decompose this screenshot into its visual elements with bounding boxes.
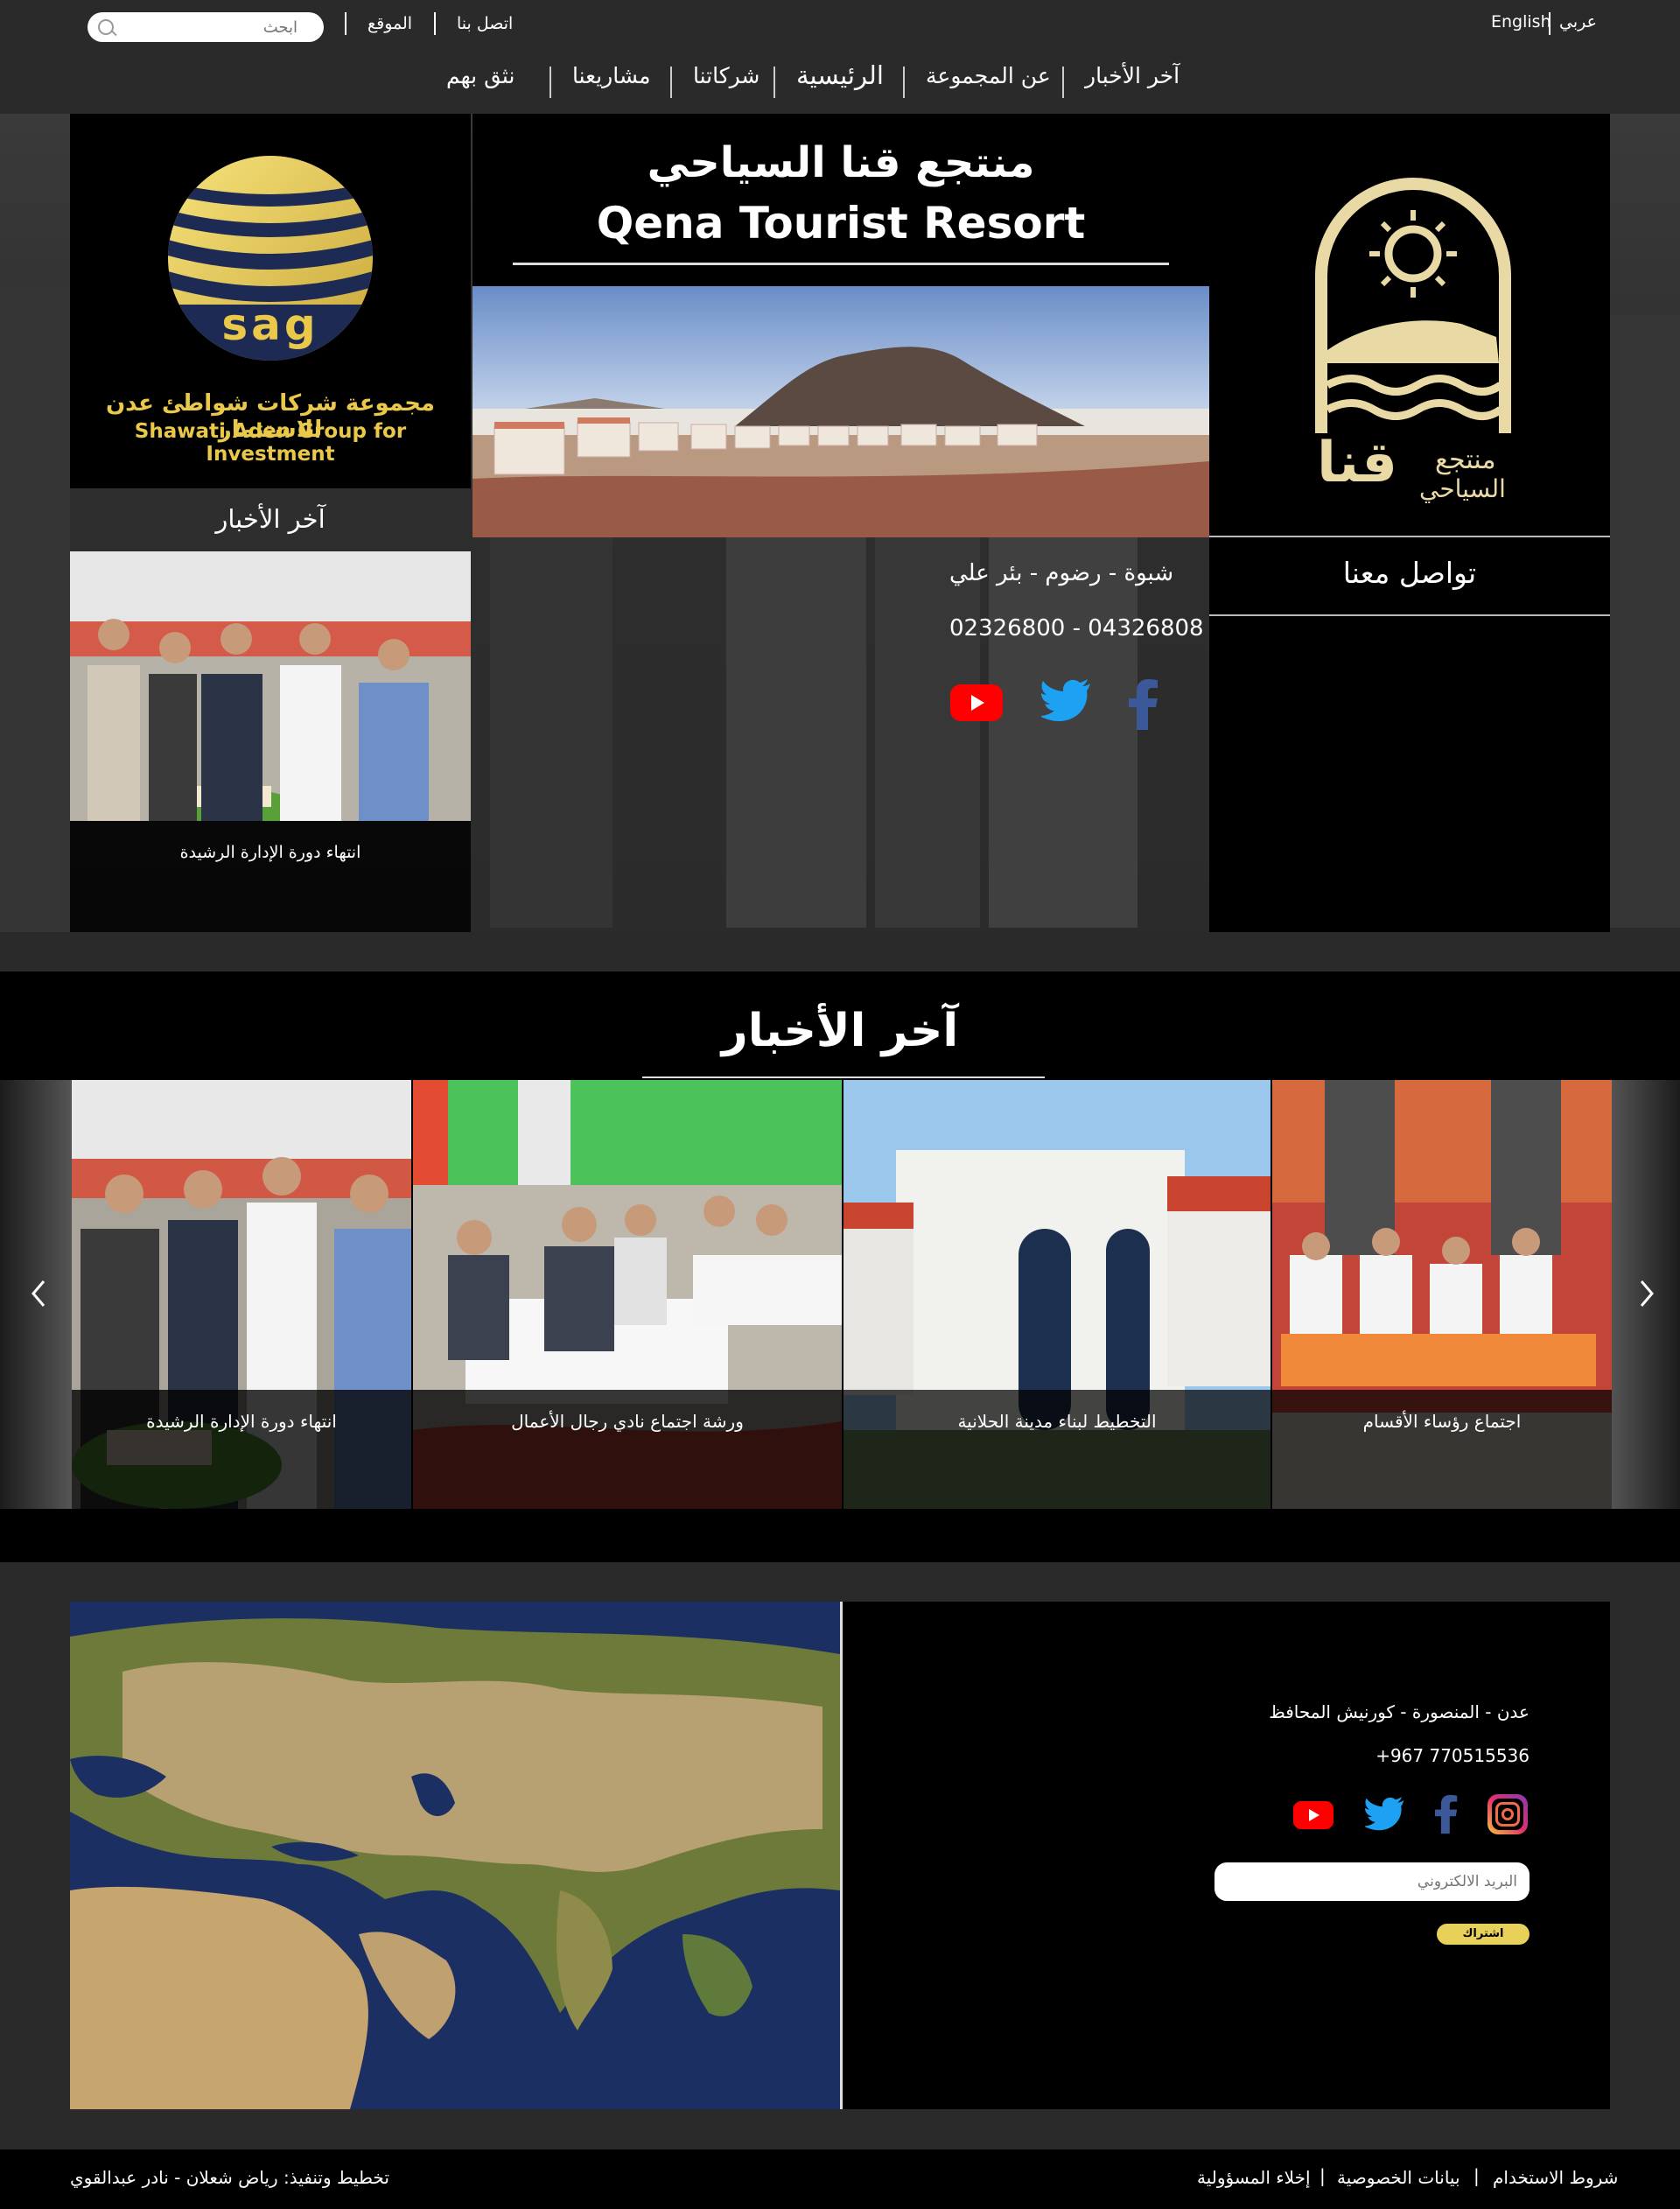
- qena-resort-logo: [1312, 175, 1514, 438]
- carousel-prev-icon[interactable]: [26, 1276, 52, 1311]
- world-map[interactable]: [70, 1602, 843, 2109]
- nav-trusted-partners[interactable]: نثق بهم: [446, 63, 514, 88]
- nav-about-group[interactable]: عن المجموعة: [926, 63, 1051, 88]
- facebook-icon[interactable]: [1129, 679, 1158, 733]
- nav-latest-news[interactable]: آخر الأخبار: [1085, 63, 1180, 88]
- lang-arabic-link[interactable]: عربي: [1559, 12, 1597, 32]
- resort-photo: [472, 286, 1209, 537]
- title-underline: [513, 263, 1169, 265]
- nav-divider: [1062, 67, 1064, 98]
- news-section-heading: آخر الأخبار: [721, 1005, 959, 1057]
- email-field-wrapper: [1214, 1862, 1531, 1901]
- twitter-icon[interactable]: [1363, 1796, 1405, 1836]
- footer-disclaimer-link[interactable]: إخلاء المسؤولية: [1197, 2167, 1311, 2188]
- nav-our-companies[interactable]: شركاتنا: [693, 63, 760, 88]
- footer-address: عدن - المنصورة - كورنيش المحافظ: [1269, 1701, 1530, 1722]
- resort-emblem-icon: [1315, 178, 1511, 433]
- nav-our-projects[interactable]: مشاريعنا: [572, 63, 651, 88]
- news-card-caption[interactable]: ورشة اجتماع نادي رجال الأعمال: [413, 1411, 842, 1432]
- lang-english-link[interactable]: English: [1491, 12, 1551, 32]
- divider: [1209, 614, 1610, 616]
- nav-divider: [670, 67, 672, 98]
- main-nav: آخر الأخبار عن المجموعة الرئيسية شركاتنا…: [0, 60, 1680, 102]
- sidebar-news-image[interactable]: [70, 551, 471, 821]
- subscribe-button[interactable]: اشتراك: [1437, 1924, 1530, 1945]
- footer-divider: |: [1320, 2165, 1326, 2186]
- news-card-caption[interactable]: التخطيط لبناء مدينة الحلانية: [844, 1411, 1270, 1432]
- sidebar-news-caption-bar: [70, 821, 471, 932]
- resort-phones: 02326800 - 04326808: [949, 615, 1204, 642]
- nav-divider: [903, 67, 905, 98]
- footer-credits: تخطيط وتنفيذ: رياض شعلان - نادر عبدالقوي: [70, 2167, 389, 2188]
- section-gap: [0, 2109, 1680, 2149]
- toplinks-divider: [434, 12, 436, 35]
- nav-home[interactable]: الرئيسية: [796, 60, 884, 90]
- section-gap: [0, 1562, 1680, 1602]
- sidebar-news-heading: آخر الأخبار: [215, 504, 326, 534]
- sidebar-news-caption[interactable]: انتهاء دورة الإدارة الرشيدة: [70, 843, 471, 862]
- search-box[interactable]: [88, 12, 324, 42]
- section-gap: [0, 932, 1680, 971]
- news-card[interactable]: [1272, 1080, 1612, 1509]
- logo-word-resort: منتجع: [1435, 445, 1496, 475]
- search-icon[interactable]: [98, 19, 114, 35]
- nav-divider: [774, 67, 775, 98]
- twitter-icon[interactable]: [1040, 678, 1092, 727]
- footer-privacy-link[interactable]: بيانات الخصوصية: [1337, 2167, 1460, 2188]
- divider: [1209, 536, 1610, 537]
- sag-logo-text: sag: [221, 299, 319, 350]
- news-card[interactable]: [844, 1080, 1270, 1509]
- instagram-icon[interactable]: [1488, 1794, 1528, 1834]
- news-card-caption[interactable]: اجتماع رؤساء الأقسام: [1272, 1411, 1612, 1432]
- youtube-icon[interactable]: [950, 684, 1003, 721]
- nav-divider: [550, 67, 551, 98]
- search-input[interactable]: [122, 12, 310, 42]
- footer-terms-link[interactable]: شروط الاستخدام: [1493, 2167, 1618, 2188]
- resort-title-ar: منتجع قنا السياحي: [647, 138, 1035, 187]
- logo-word-touristic: السياحي: [1419, 474, 1506, 503]
- news-heading-underline: [642, 1076, 1045, 1078]
- toplinks-divider: [345, 12, 346, 35]
- carousel-next-icon[interactable]: [1633, 1276, 1659, 1311]
- resort-title-en: Qena Tourist Resort: [596, 198, 1086, 249]
- news-card[interactable]: [413, 1080, 842, 1509]
- location-link[interactable]: الموقع: [368, 14, 412, 33]
- facebook-icon[interactable]: [1435, 1794, 1458, 1838]
- email-input[interactable]: [1214, 1862, 1531, 1901]
- news-card[interactable]: [72, 1080, 411, 1509]
- group-name-en: Shawati Aden Group for Investment: [134, 420, 407, 466]
- news-card-caption[interactable]: انتهاء دورة الإدارة الرشيدة: [72, 1411, 411, 1432]
- youtube-icon[interactable]: [1293, 1801, 1334, 1829]
- contact-us-heading: تواصل معنا: [1342, 556, 1477, 590]
- logo-word-qena: قنا: [1317, 431, 1398, 495]
- footer-phone: +967 770515536: [1376, 1745, 1530, 1766]
- footer-divider: |: [1474, 2165, 1480, 2186]
- contact-us-link[interactable]: اتصل بنا: [457, 14, 513, 33]
- resort-address: شبوة - رضوم - بئر علي: [949, 560, 1174, 586]
